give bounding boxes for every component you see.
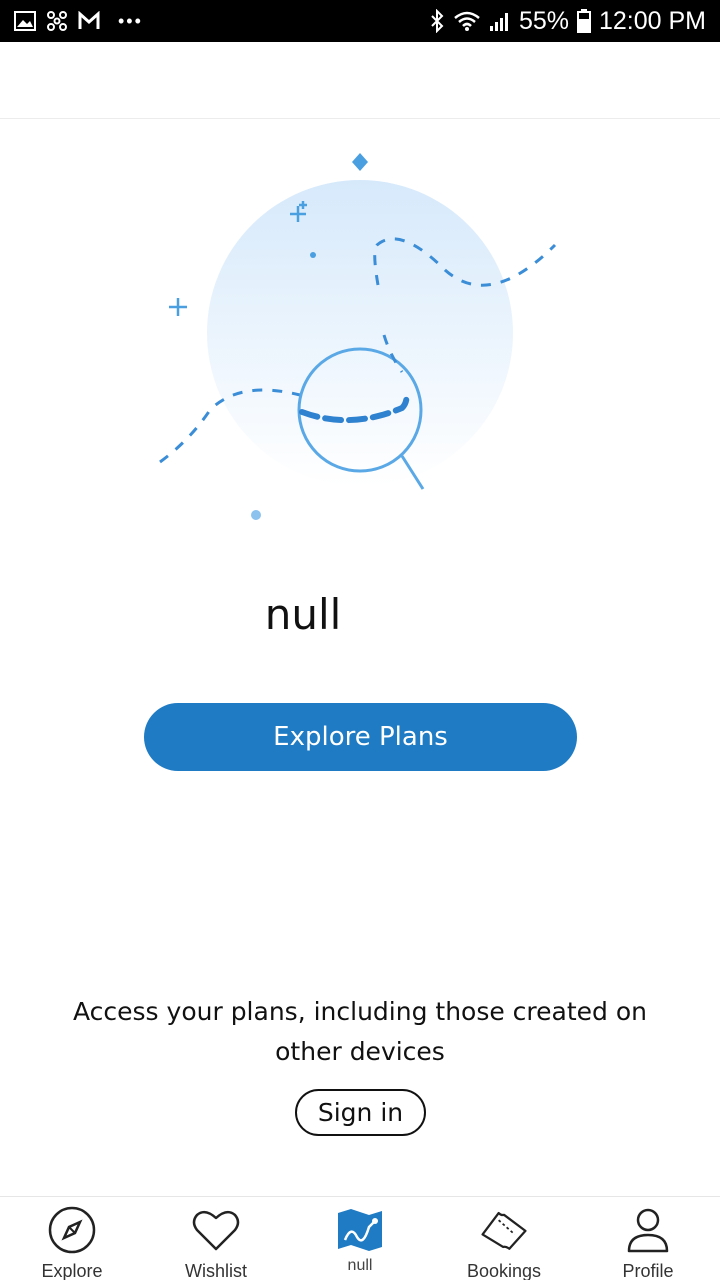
person-icon [623,1205,673,1255]
diamond-icon [352,153,368,171]
dot [310,252,316,258]
heart-icon [191,1205,241,1255]
nav-item-bookings[interactable]: Bookings [432,1197,576,1280]
image-icon [14,11,36,31]
signal-icon [489,10,511,32]
more-dots-icon: ••• [118,11,143,31]
status-time: 12:00 PM [598,6,706,35]
sign-in-button[interactable]: Sign in [295,1089,426,1136]
nav-label-explore: Explore [41,1261,103,1280]
nav-item-explore[interactable]: Explore [0,1197,144,1280]
explore-plans-button[interactable]: Explore Plans [144,703,577,771]
status-bar: ••• 55% 12:00 PM [0,0,720,42]
wifi-icon [453,10,481,32]
illustration-circle [207,180,513,486]
ticket-icon [479,1205,529,1255]
fan-icon [46,10,68,32]
nav-label-bookings: Bookings [466,1261,542,1280]
compass-icon [47,1205,97,1255]
dot-bottom [251,510,261,520]
bottom-nav: Explore Wishlist null Bookings Profile [0,1196,720,1280]
battery-percent: 55% [518,6,569,35]
access-plans-text: Access your plans, including those creat… [73,997,647,1066]
nav-label-wishlist: Wishlist [185,1261,247,1280]
page-title: null [264,590,342,639]
nav-item-profile[interactable]: Profile [576,1197,720,1280]
nav-item-plans[interactable]: null [288,1197,432,1280]
map-icon [335,1205,385,1255]
bluetooth-icon [429,9,445,33]
battery-icon [576,9,591,33]
nav-item-wishlist[interactable]: Wishlist [144,1197,288,1280]
status-left: ••• [14,10,143,32]
plus-icon-left [169,298,187,316]
nav-label-plans: null [347,1257,373,1274]
nav-label-profile: Profile [622,1261,674,1280]
status-right: 55% 12:00 PM [429,7,706,36]
gmail-icon [78,11,100,31]
app-header [0,42,720,119]
plans-illustration [150,140,570,530]
